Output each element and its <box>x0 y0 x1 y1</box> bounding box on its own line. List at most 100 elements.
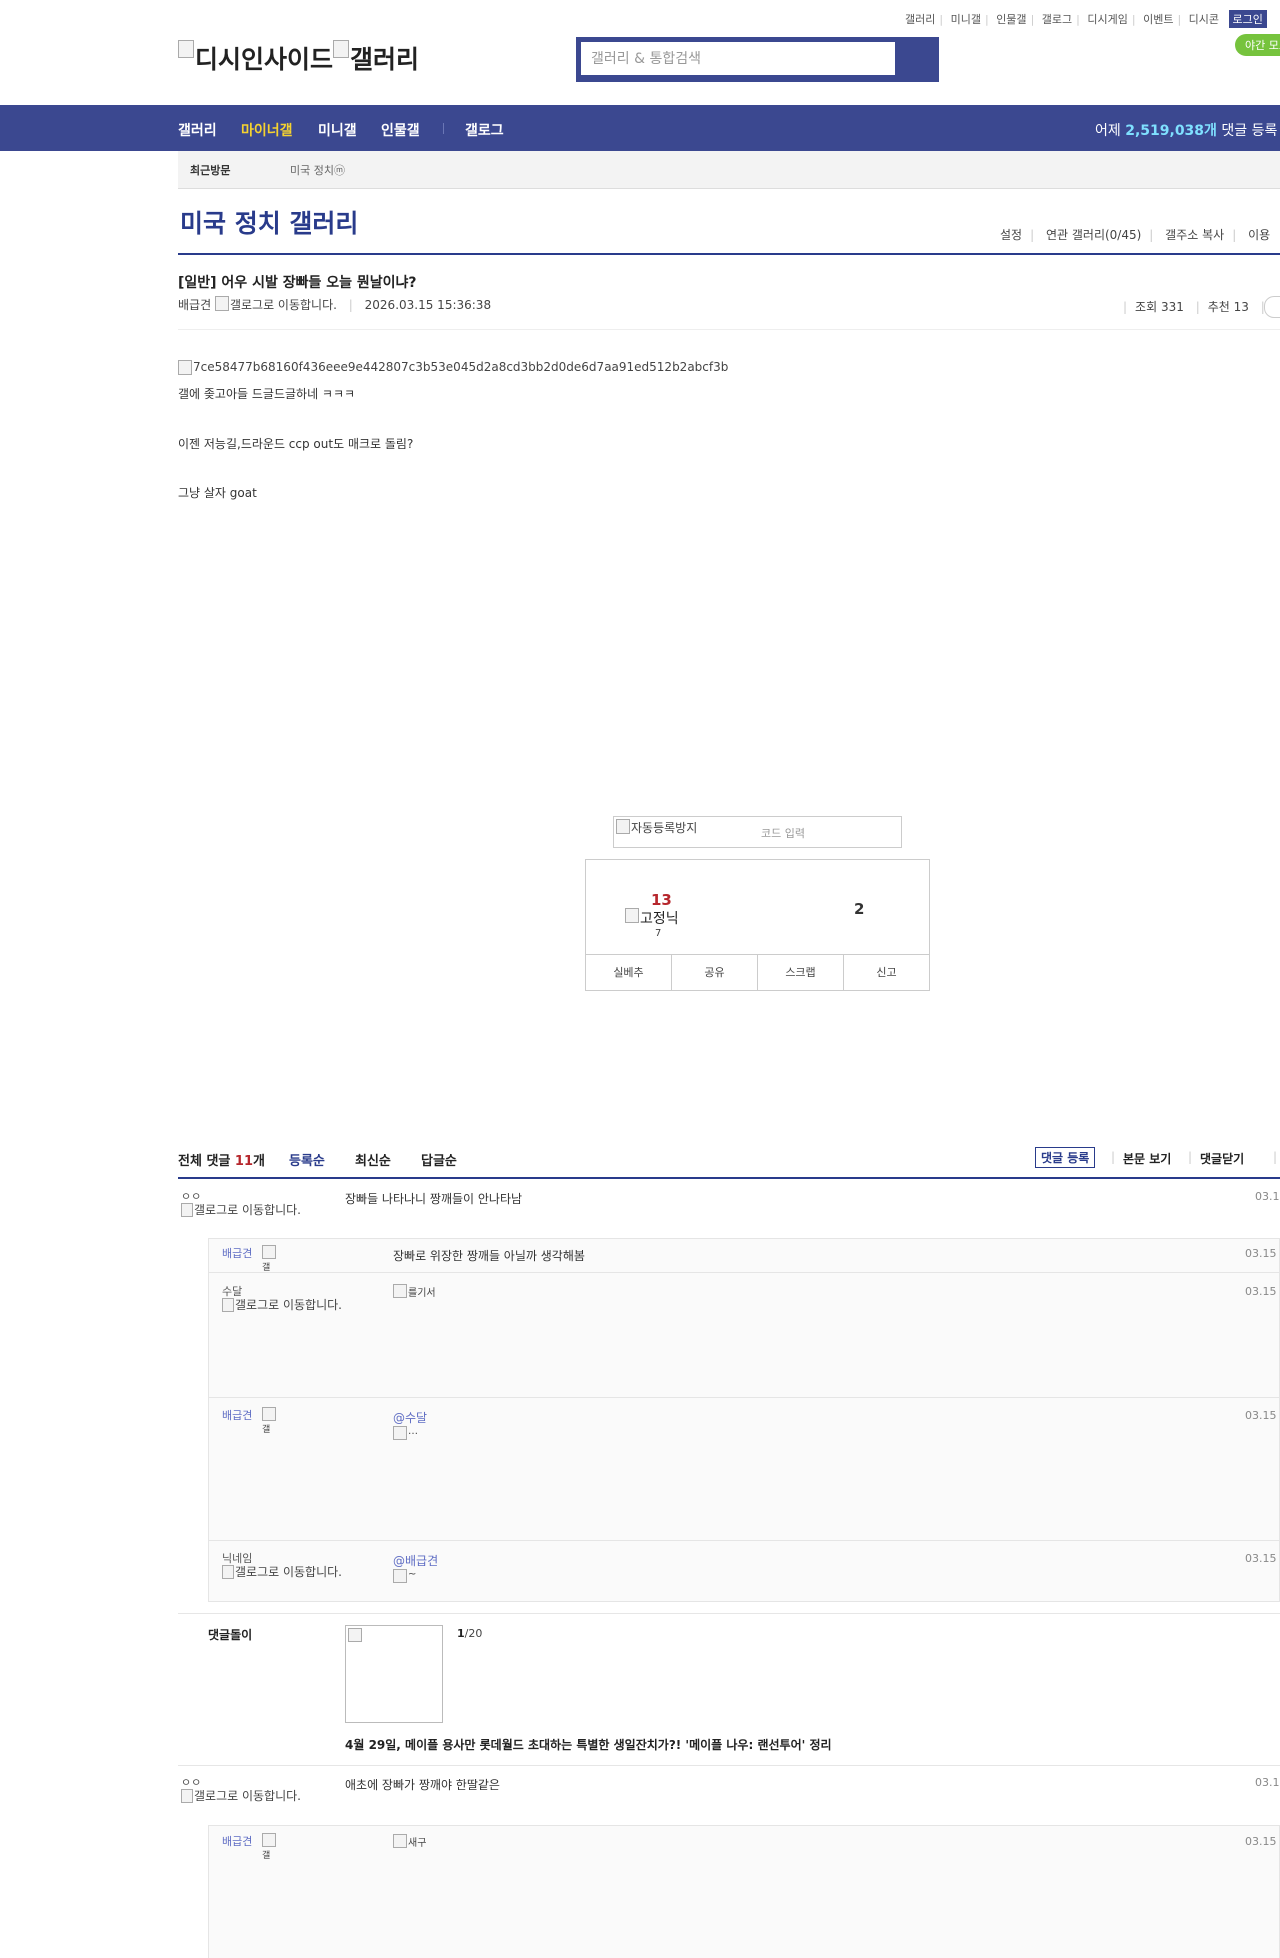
broken-image-icon <box>181 1203 193 1217</box>
gallery-title[interactable]: 미국 정치 갤러리 <box>180 204 358 240</box>
reply-date: 03.15 1 <box>1245 1409 1280 1422</box>
nav-gallery[interactable]: 갤러리 <box>178 120 217 140</box>
gallog-icon[interactable]: 갤 <box>262 1407 282 1436</box>
comment-nick[interactable]: ㅇㅇ <box>181 1776 201 1789</box>
gallog-icon[interactable]: 갤로그로 이동합니다. <box>181 1203 311 1217</box>
divider <box>178 1613 1280 1614</box>
comment-register-button[interactable]: 댓글 등록 <box>1035 1147 1096 1168</box>
recommend-up-count[interactable]: 13 <box>651 891 672 909</box>
comment-count-pill[interactable] <box>1264 296 1280 318</box>
toplink-dccon[interactable]: 디시콘 <box>1189 13 1219 26</box>
view-post-button[interactable]: 본문 보기 <box>1123 1150 1171 1167</box>
broken-image-icon <box>333 40 350 58</box>
site-logo[interactable]: 디시인사이드 갤러리 <box>178 40 419 76</box>
toplink-game[interactable]: 디시게임 <box>1087 13 1127 26</box>
toplink-minigall[interactable]: 미니갤 <box>951 13 981 26</box>
reply-nick[interactable]: 닉네임 <box>222 1552 252 1565</box>
search-button[interactable] <box>897 37 939 82</box>
comment-nick[interactable]: ㅇㅇ <box>181 1190 201 1203</box>
gallog-icon-alt: 갤로그로 이동합니다. <box>235 1565 342 1579</box>
sort-registered[interactable]: 등록순 <box>289 1150 325 1169</box>
report-button[interactable]: 신고 <box>844 955 929 991</box>
gallog-icon-alt: 갤 <box>262 1851 271 1862</box>
divider <box>178 253 1280 255</box>
scrap-button[interactable]: 스크랩 <box>758 955 844 991</box>
main-nav: 갤러리 마이너갤 미니갤 인물갤 갤로그 어제 2,519,038개 댓글 등록 <box>0 105 1280 151</box>
nav-person-gallery[interactable]: 인물갤 <box>381 120 420 140</box>
post-line-2: 이젠 저능길,드라운드 ccp out도 매크로 돌림? <box>178 437 414 451</box>
gallog-icon[interactable]: 갤로그로 이동합니다. <box>222 1298 352 1312</box>
broken-image-icon <box>393 1284 407 1298</box>
stat-suffix: 댓글 등록 <box>1221 123 1278 139</box>
fixed-nick-count: 7 <box>655 928 662 939</box>
best-recommend-button[interactable]: 실베추 <box>586 955 672 991</box>
toplink-gallog[interactable]: 갤로그 <box>1042 13 1072 26</box>
settings-link[interactable]: 설정 <box>1000 228 1022 242</box>
copy-address-link[interactable]: 갤주소 복사 <box>1165 228 1224 242</box>
recommend-down-count[interactable]: 2 <box>854 900 864 918</box>
comment-date: 03.15 <box>1255 1776 1280 1789</box>
top-links: 갤러리 | 미니갤 | 인물갤 | 갤로그 | 디시게임 | 이벤트 | 디시콘 로그인 <box>905 10 1267 28</box>
post-views: 조회 331 <box>1135 300 1184 314</box>
divider <box>209 1272 1280 1273</box>
dolgae-title[interactable]: 4월 29일, 메이플 용사만 롯데월드 초대하는 특별한 생일잔치가?! '메… <box>345 1736 832 1753</box>
reply-date: 03.15 1 <box>1245 1285 1280 1298</box>
nav-minor-gallery[interactable]: 마이너갤 <box>241 120 293 140</box>
night-mode-button[interactable]: 야간 모드 <box>1235 34 1280 56</box>
recent-gallery-link[interactable]: 미국 정치ⓜ <box>290 162 345 178</box>
reply-nick[interactable]: 배급견 <box>222 1247 252 1260</box>
recommend-actions: 실베추 공유 스크랩 신고 <box>586 954 929 991</box>
gallog-icon[interactable]: 갤 <box>262 1833 282 1862</box>
usage-link[interactable]: 이용 <box>1248 228 1270 242</box>
minor-badge-icon: ⓜ <box>333 164 345 177</box>
post-image[interactable]: 7ce58477b68160f436eee9e442807c3b53e045d2… <box>178 360 728 375</box>
post-author[interactable]: 배급견 <box>178 298 211 312</box>
captcha-image: 자동등록방지 <box>616 819 697 836</box>
reply-dccon[interactable]: ~ <box>393 1569 416 1583</box>
sort-latest[interactable]: 최신순 <box>355 1150 391 1169</box>
post-image-alt: 7ce58477b68160f436eee9e442807c3b53e045d2… <box>193 360 729 374</box>
reply-nick[interactable]: 배급견 <box>222 1409 252 1422</box>
dolgae-thumbnail[interactable] <box>345 1625 443 1723</box>
captcha-input[interactable] <box>759 821 901 845</box>
reply-list <box>208 1238 1280 1602</box>
toplink-event[interactable]: 이벤트 <box>1143 13 1173 26</box>
nav-divider <box>443 123 444 134</box>
comments-bar: 전체 댓글 11개 등록순 최신순 답글순 댓글 등록 | 본문 보기 | 댓글… <box>178 1147 1280 1174</box>
login-button[interactable]: 로그인 <box>1228 10 1267 28</box>
reply-text: 장빠로 위장한 짱깨들 아닐까 생각해봄 <box>393 1249 585 1263</box>
reply-mention[interactable]: @배급견 <box>393 1552 438 1569</box>
reply-mention[interactable]: @수달 <box>393 1409 427 1426</box>
reply-dccon[interactable]: … <box>393 1426 418 1440</box>
search-input[interactable] <box>581 42 895 75</box>
post-stats: | 조회 331 | 추천 13 | <box>1123 300 1265 314</box>
close-comments-button[interactable]: 댓글닫기 <box>1200 1150 1244 1167</box>
nav-gallog[interactable]: 갤로그 <box>465 120 504 140</box>
gallog-icon[interactable]: 갤로그로 이동합니다. <box>222 1565 352 1579</box>
gallog-icon[interactable]: 갤로그로 이동합니다. <box>181 1789 311 1803</box>
comments-count: 11 <box>234 1154 253 1169</box>
broken-image-icon <box>178 40 194 58</box>
reply-date: 03.15 1 <box>1245 1835 1280 1848</box>
related-galleries-link[interactable]: 연관 갤러리(0/45) <box>1046 228 1141 242</box>
broken-image-icon <box>393 1834 407 1848</box>
gallog-icon[interactable]: 갤 <box>262 1245 282 1274</box>
toplink-gallery[interactable]: 갤러리 <box>905 13 935 26</box>
nav-mini-gallery[interactable]: 미니갤 <box>318 120 357 140</box>
gallog-icon-alt: 갤로그로 이동합니다. <box>194 1203 301 1217</box>
reply-dccon[interactable]: 를기서 <box>393 1284 436 1299</box>
share-button[interactable]: 공유 <box>672 955 758 991</box>
broken-image-icon <box>262 1833 276 1847</box>
comments-unit: 개 <box>253 1154 265 1169</box>
reply-nick[interactable]: 수달 <box>222 1285 242 1298</box>
toplink-person[interactable]: 인물갤 <box>996 13 1026 26</box>
reply-nick[interactable]: 배급견 <box>222 1835 252 1848</box>
gallog-icon[interactable] <box>214 296 229 311</box>
sort-replies[interactable]: 답글순 <box>421 1150 457 1169</box>
comment-text: 장빠들 나타나니 짱깨들이 안나타남 <box>345 1192 523 1206</box>
dolgae-page-total: /20 <box>464 1627 483 1640</box>
gallog-icon-alt: 갤로그로 이동합니다. <box>235 1298 342 1312</box>
reply-dccon[interactable]: 새구 <box>393 1834 426 1849</box>
fixed-nick-recommend: 고정닉 <box>625 908 679 928</box>
reply-date: 03.15 1 <box>1245 1552 1280 1565</box>
